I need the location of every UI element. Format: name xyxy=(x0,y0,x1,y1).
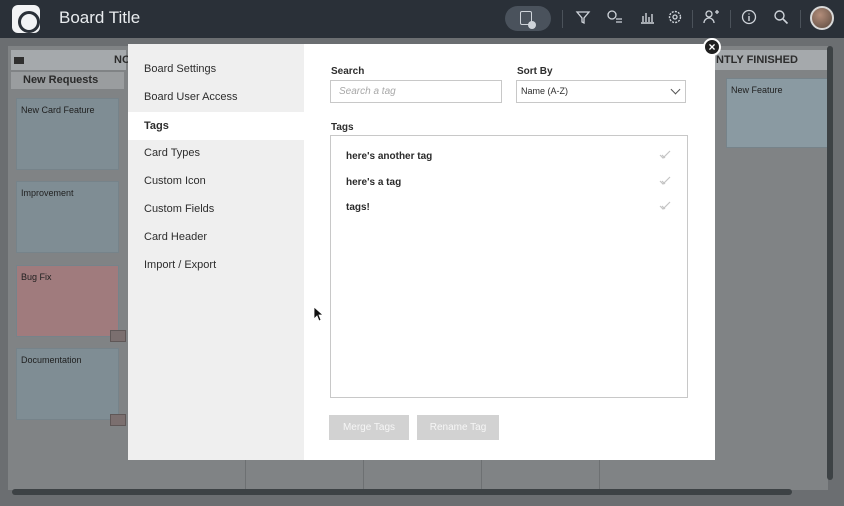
sub-lane-label: New Requests xyxy=(23,74,99,86)
app-logo-icon[interactable] xyxy=(12,5,40,33)
tag-name: here's a tag xyxy=(346,177,402,188)
vertical-scrollbar[interactable] xyxy=(827,46,833,480)
list-item[interactable]: tags! xyxy=(331,195,687,221)
rename-tag-button[interactable]: Rename Tag xyxy=(417,415,499,440)
sub-lane-header: New Requests xyxy=(11,72,124,89)
tag-search-input[interactable] xyxy=(330,80,502,103)
board-card[interactable]: Documentation xyxy=(16,348,119,420)
settings-sidebar: Board Settings Board User Access Tags Ca… xyxy=(128,44,304,460)
card-grip-icon[interactable] xyxy=(110,414,126,426)
top-bar: Board Title xyxy=(0,0,844,38)
lane-header-right: NTLY FINISHED xyxy=(714,50,828,70)
toolbar-divider xyxy=(562,10,563,28)
info-icon[interactable] xyxy=(740,9,758,27)
collapse-lane-icon[interactable] xyxy=(14,57,24,64)
card-title: Documentation xyxy=(21,355,82,365)
search-label: Search xyxy=(331,66,365,77)
merge-tags-button[interactable]: Merge Tags xyxy=(329,415,409,440)
check-icon[interactable] xyxy=(659,201,671,211)
chart-icon[interactable] xyxy=(638,9,656,27)
list-item[interactable]: here's a tag xyxy=(331,170,687,196)
board-card[interactable]: Bug Fix xyxy=(16,265,119,337)
horizontal-scrollbar[interactable] xyxy=(12,489,792,495)
sidebar-item-board-user-access[interactable]: Board User Access xyxy=(128,83,304,111)
board-card[interactable]: Improvement xyxy=(16,181,119,253)
tag-name: tags! xyxy=(346,202,370,213)
card-title: Improvement xyxy=(21,188,74,198)
board-card[interactable]: New Feature xyxy=(726,78,829,148)
board-title: Board Title xyxy=(59,8,141,27)
card-title: New Feature xyxy=(731,85,783,95)
board-settings-modal: Board Settings Board User Access Tags Ca… xyxy=(128,44,715,460)
card-title: Bug Fix xyxy=(21,272,52,282)
check-icon[interactable] xyxy=(659,176,671,186)
tag-name: here's another tag xyxy=(346,151,433,162)
close-icon[interactable]: × xyxy=(703,38,721,56)
sidebar-item-import-export[interactable]: Import / Export xyxy=(128,251,304,279)
sidebar-item-tags[interactable]: Tags xyxy=(128,112,304,140)
tags-label: Tags xyxy=(331,122,354,133)
column-divider xyxy=(481,458,482,490)
gear-icon[interactable] xyxy=(666,9,684,27)
column-divider xyxy=(245,458,246,490)
card-grip-icon[interactable] xyxy=(110,330,126,342)
board-card[interactable]: New Card Feature xyxy=(16,98,119,170)
lane-header-left: NO xyxy=(11,50,131,70)
toolbar-divider xyxy=(692,10,693,28)
sort-value: Name (A-Z) xyxy=(521,86,568,96)
check-icon[interactable] xyxy=(659,150,671,160)
sidebar-item-board-settings[interactable]: Board Settings xyxy=(128,55,304,83)
view-toggle-icon xyxy=(520,11,536,29)
card-title: New Card Feature xyxy=(21,105,95,115)
mouse-cursor-icon xyxy=(313,306,325,322)
column-divider xyxy=(599,458,600,490)
sidebar-item-custom-fields[interactable]: Custom Fields xyxy=(128,195,304,223)
list-item[interactable]: here's another tag xyxy=(331,144,687,170)
sidebar-item-card-types[interactable]: Card Types xyxy=(128,139,304,167)
avatar[interactable] xyxy=(810,6,834,30)
sort-by-select[interactable]: Name (A-Z) xyxy=(516,80,686,103)
lane-header-label: NTLY FINISHED xyxy=(716,54,798,66)
filter-icon[interactable] xyxy=(574,9,592,27)
sidebar-item-custom-icon[interactable]: Custom Icon xyxy=(128,167,304,195)
search-icon[interactable] xyxy=(772,9,790,27)
tag-list: here's another tag here's a tag tags! xyxy=(330,135,688,398)
sidebar-item-card-header[interactable]: Card Header xyxy=(128,223,304,251)
column-divider xyxy=(363,458,364,490)
add-user-icon[interactable] xyxy=(702,9,720,27)
view-toggle-button[interactable] xyxy=(505,6,551,31)
sort-label: Sort By xyxy=(517,66,553,77)
toolbar-divider xyxy=(800,10,801,28)
chevron-down-icon xyxy=(670,84,681,95)
toolbar-divider xyxy=(730,10,731,28)
tag-filter-icon[interactable] xyxy=(606,9,624,27)
